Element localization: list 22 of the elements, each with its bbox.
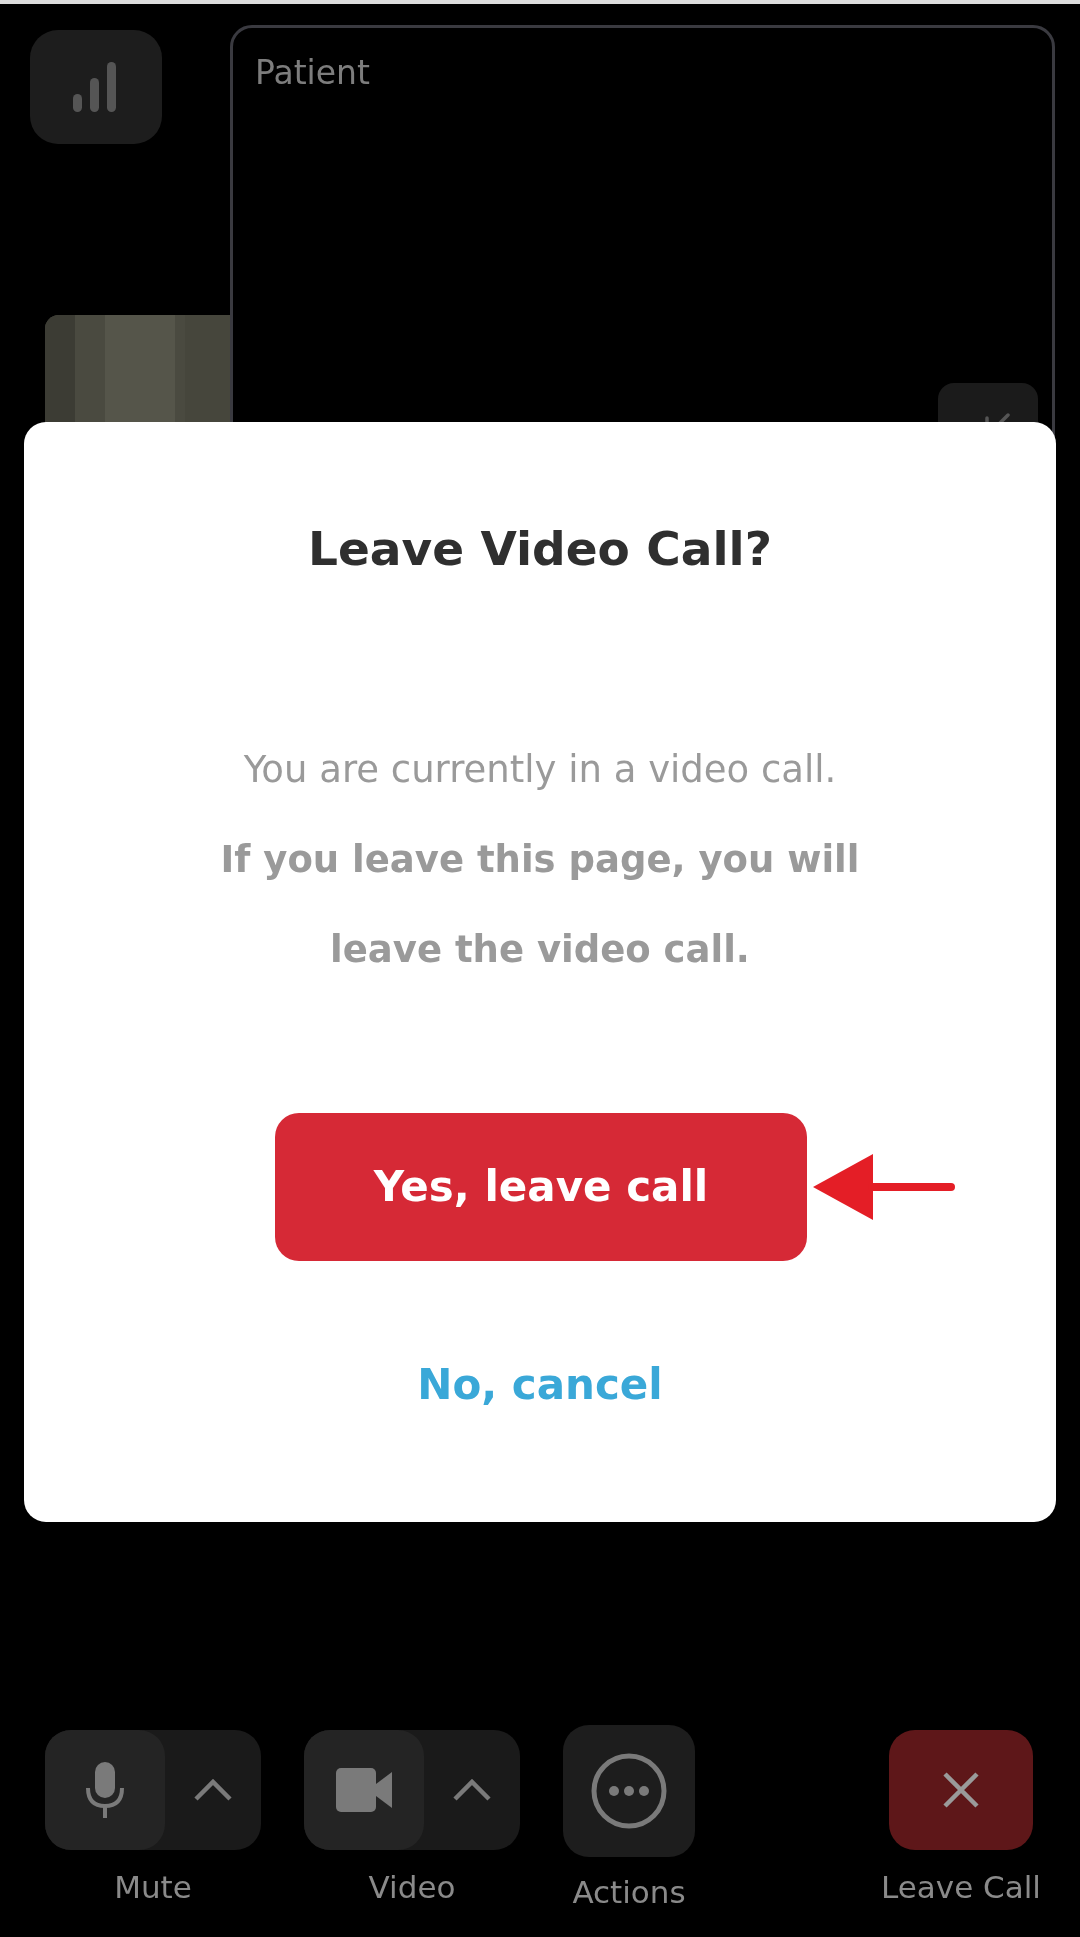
- caret-icon: [452, 1778, 492, 1802]
- close-icon: [941, 1771, 980, 1809]
- leave-button[interactable]: [888, 1730, 1033, 1850]
- cancel-link[interactable]: No, cancel: [417, 1352, 663, 1416]
- dialog-message: You are currently in a video call.: [243, 746, 837, 793]
- dialog-warning: If you leave this page, you will leave the video call.: [219, 836, 861, 973]
- more-icon: [590, 1752, 668, 1830]
- leave-call-button[interactable]: Yes, leave call: [275, 1112, 807, 1261]
- toggle-button[interactable]: [45, 1730, 165, 1850]
- toolbar-label: Video: [368, 1868, 456, 1907]
- toolbar-label: Actions: [572, 1873, 686, 1912]
- microphone-icon: [85, 1762, 125, 1818]
- dialog-title: Leave Video Call?: [308, 520, 772, 578]
- signal-button[interactable]: [30, 30, 162, 144]
- toolbar-label: Leave Call: [881, 1868, 1041, 1907]
- actions-button[interactable]: [563, 1725, 695, 1857]
- caret-icon: [193, 1778, 233, 1802]
- toolbar-label: Mute: [114, 1868, 192, 1907]
- toggle-button[interactable]: [304, 1730, 424, 1850]
- signal-icon: [73, 62, 119, 112]
- participant-name: Patient: [255, 52, 370, 94]
- video-camera-icon: [336, 1768, 392, 1812]
